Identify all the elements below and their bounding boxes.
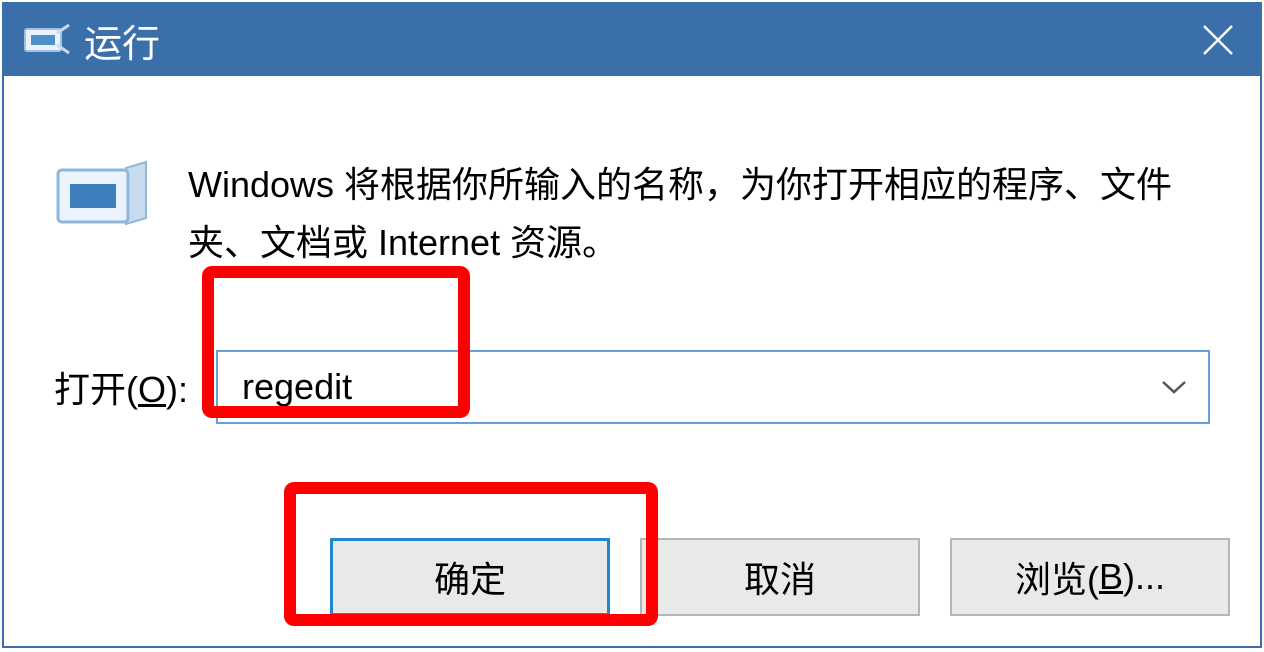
titlebar: 运行 <box>4 4 1260 76</box>
ok-button[interactable]: 确定 <box>330 538 610 616</box>
dropdown-button[interactable] <box>1154 367 1194 407</box>
window-title: 运行 <box>84 13 1186 68</box>
ok-button-label: 确定 <box>434 551 506 603</box>
description-row: Windows 将根据你所输入的名称，为你打开相应的程序、文件夹、文档或 Int… <box>54 156 1210 272</box>
run-icon <box>22 20 72 60</box>
browse-button-suffix: )... <box>1123 556 1165 598</box>
run-large-icon <box>54 158 150 232</box>
browse-button-key: B <box>1099 556 1123 598</box>
browse-button[interactable]: 浏览(B)... <box>950 538 1230 616</box>
open-combobox[interactable] <box>216 350 1210 424</box>
button-row: 确定 取消 浏览(B)... <box>330 538 1230 616</box>
open-label-prefix: 打开( <box>54 369 138 410</box>
open-label-key: O <box>138 369 166 410</box>
browse-button-prefix: 浏览( <box>1015 551 1099 603</box>
open-input[interactable] <box>240 365 1154 409</box>
open-label-suffix: ): <box>166 369 188 410</box>
run-dialog: 运行 Windows 将根据你所输入的名称，为你打开相应的程序、文件夹、文档或 … <box>2 2 1262 648</box>
cancel-button-label: 取消 <box>744 551 816 603</box>
dialog-body: Windows 将根据你所输入的名称，为你打开相应的程序、文件夹、文档或 Int… <box>4 76 1260 424</box>
open-label: 打开(O): <box>54 361 188 413</box>
description-text: Windows 将根据你所输入的名称，为你打开相应的程序、文件夹、文档或 Int… <box>188 156 1210 272</box>
close-button[interactable] <box>1186 8 1250 72</box>
chevron-down-icon <box>1160 378 1188 396</box>
cancel-button[interactable]: 取消 <box>640 538 920 616</box>
open-row: 打开(O): <box>54 350 1210 424</box>
close-icon <box>1200 22 1236 58</box>
